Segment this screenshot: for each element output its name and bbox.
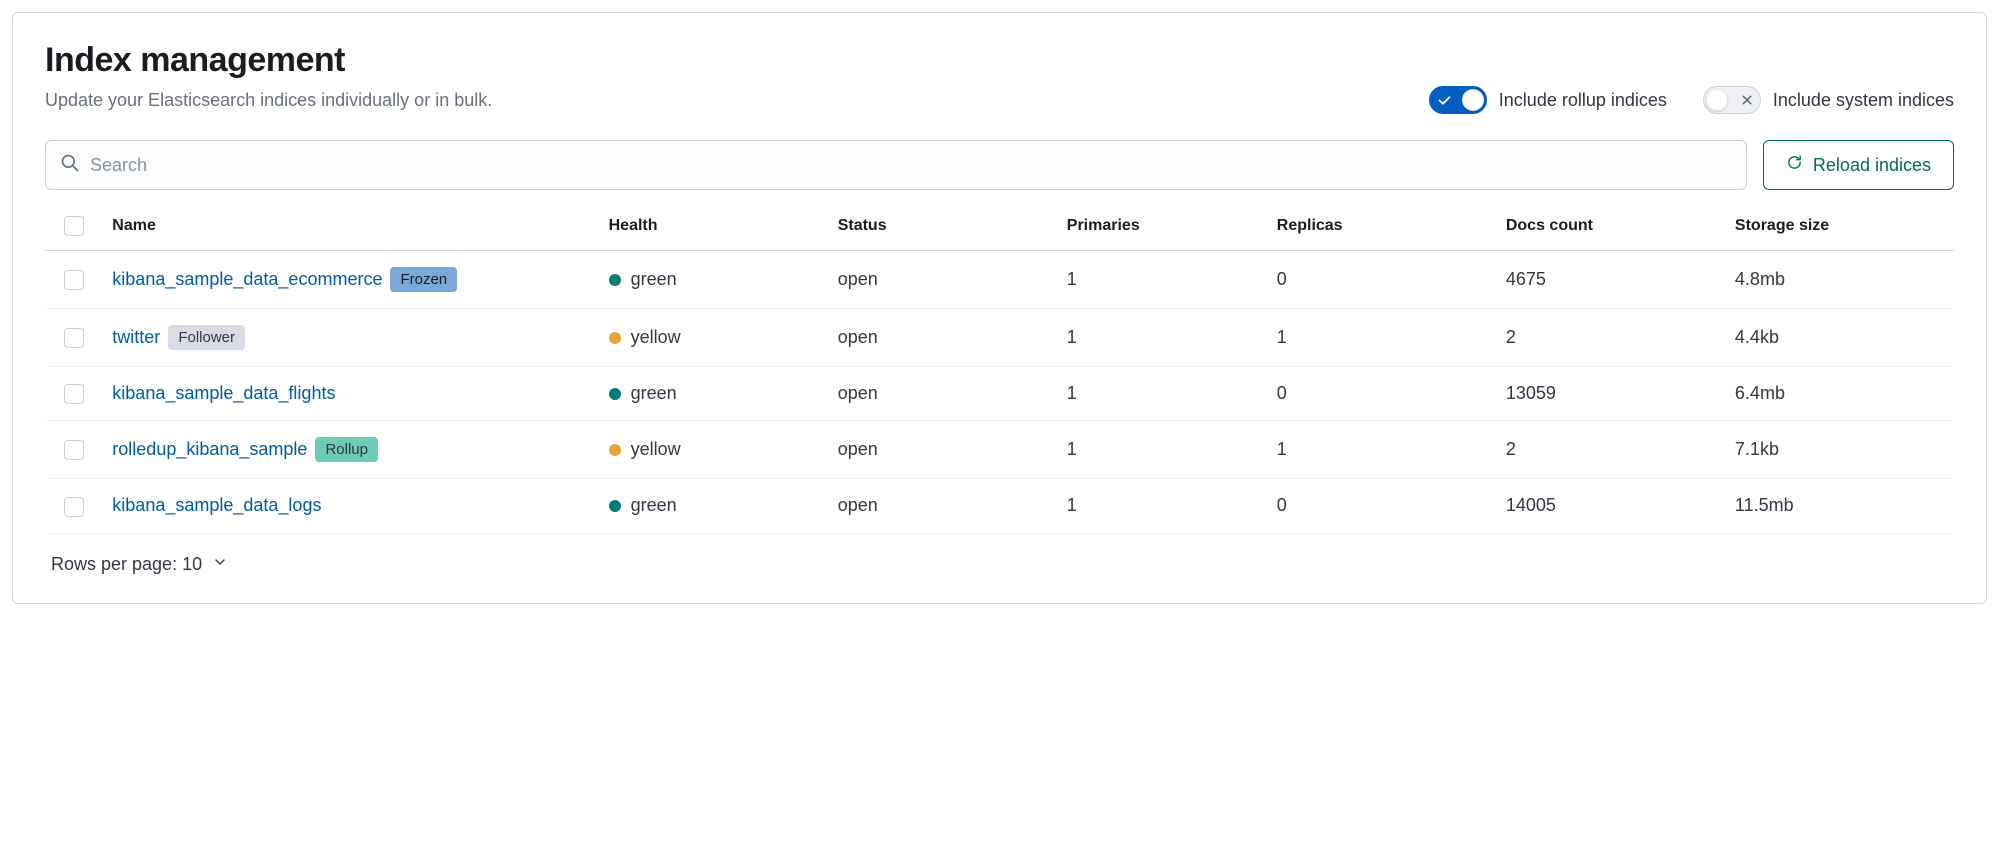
reload-indices-label: Reload indices bbox=[1813, 155, 1931, 176]
toggle-include-system-label: Include system indices bbox=[1773, 90, 1954, 111]
health-dot-icon bbox=[609, 500, 621, 512]
rows-per-page-label: Rows per page: 10 bbox=[51, 554, 202, 575]
health-dot-icon bbox=[609, 332, 621, 344]
row-checkbox[interactable] bbox=[64, 384, 84, 404]
col-header-primaries[interactable]: Primaries bbox=[1057, 200, 1267, 251]
health-value: yellow bbox=[631, 439, 681, 460]
search-input[interactable] bbox=[80, 155, 1732, 176]
docs-count-value: 13059 bbox=[1496, 367, 1725, 421]
table-row: kibana_sample_data_flights green open10130… bbox=[45, 367, 1954, 421]
replicas-value: 1 bbox=[1267, 421, 1496, 479]
table-row: twitterFolloweryellowopen1124.4kb bbox=[45, 309, 1954, 367]
col-header-size[interactable]: Storage size bbox=[1725, 200, 1954, 251]
toggle-include-rollup-label: Include rollup indices bbox=[1499, 90, 1667, 111]
toggle-group: Include rollup indices Include system in… bbox=[1429, 86, 1954, 114]
docs-count-value: 4675 bbox=[1496, 251, 1725, 309]
health-dot-icon bbox=[609, 444, 621, 456]
col-header-replicas[interactable]: Replicas bbox=[1267, 200, 1496, 251]
health-value: green bbox=[631, 495, 677, 516]
check-icon bbox=[1438, 94, 1451, 107]
primaries-value: 1 bbox=[1057, 309, 1267, 367]
col-header-name[interactable]: Name bbox=[102, 200, 598, 251]
search-icon bbox=[60, 153, 80, 178]
storage-size-value: 7.1kb bbox=[1725, 421, 1954, 479]
toggle-include-system[interactable] bbox=[1703, 86, 1761, 114]
storage-size-value: 11.5mb bbox=[1725, 479, 1954, 533]
reload-indices-button[interactable]: Reload indices bbox=[1763, 140, 1954, 190]
cross-icon bbox=[1741, 94, 1753, 106]
page-title: Index management bbox=[45, 41, 1954, 80]
select-all-checkbox[interactable] bbox=[64, 216, 84, 236]
row-checkbox[interactable] bbox=[64, 270, 84, 290]
status-value: open bbox=[828, 251, 1057, 309]
table-row: kibana_sample_data_logs green open10140051… bbox=[45, 479, 1954, 533]
rollup-badge: Rollup bbox=[315, 437, 378, 462]
replicas-value: 0 bbox=[1267, 251, 1496, 309]
storage-size-value: 6.4mb bbox=[1725, 367, 1954, 421]
health-dot-icon bbox=[609, 388, 621, 400]
row-checkbox[interactable] bbox=[64, 497, 84, 517]
health-dot-icon bbox=[609, 274, 621, 286]
status-value: open bbox=[828, 367, 1057, 421]
replicas-value: 0 bbox=[1267, 479, 1496, 533]
docs-count-value: 2 bbox=[1496, 421, 1725, 479]
status-value: open bbox=[828, 309, 1057, 367]
replicas-value: 0 bbox=[1267, 367, 1496, 421]
frozen-badge: Frozen bbox=[390, 267, 457, 292]
col-header-health[interactable]: Health bbox=[599, 200, 828, 251]
storage-size-value: 4.8mb bbox=[1725, 251, 1954, 309]
health-value: green bbox=[631, 383, 677, 404]
status-value: open bbox=[828, 421, 1057, 479]
index-management-panel: Index management Update your Elasticsear… bbox=[12, 12, 1987, 604]
follower-badge: Follower bbox=[168, 325, 245, 350]
refresh-icon bbox=[1786, 154, 1803, 176]
row-checkbox[interactable] bbox=[64, 440, 84, 460]
search-field-wrapper[interactable] bbox=[45, 140, 1747, 190]
rows-per-page-selector[interactable]: Rows per page: 10 bbox=[51, 554, 228, 575]
table-row: kibana_sample_data_ecommerce Frozen green o… bbox=[45, 251, 1954, 309]
index-name-link[interactable]: twitter bbox=[112, 327, 160, 348]
toggle-include-rollup[interactable] bbox=[1429, 86, 1487, 114]
col-header-status[interactable]: Status bbox=[828, 200, 1057, 251]
chevron-down-icon bbox=[212, 554, 228, 575]
health-value: green bbox=[631, 269, 677, 290]
docs-count-value: 2 bbox=[1496, 309, 1725, 367]
primaries-value: 1 bbox=[1057, 479, 1267, 533]
primaries-value: 1 bbox=[1057, 367, 1267, 421]
index-name-link[interactable]: rolledup_kibana_sample bbox=[112, 439, 307, 460]
storage-size-value: 4.4kb bbox=[1725, 309, 1954, 367]
col-header-docs[interactable]: Docs count bbox=[1496, 200, 1725, 251]
index-name-link[interactable]: kibana_sample_data_flights bbox=[112, 383, 335, 404]
indices-table: Name Health Status Primaries Replicas Do… bbox=[45, 200, 1954, 534]
index-name-link[interactable]: kibana_sample_data_logs bbox=[112, 495, 321, 516]
status-value: open bbox=[828, 479, 1057, 533]
page-description: Update your Elasticsearch indices indivi… bbox=[45, 90, 492, 111]
row-checkbox[interactable] bbox=[64, 328, 84, 348]
index-name-link[interactable]: kibana_sample_data_ecommerce bbox=[112, 269, 382, 290]
primaries-value: 1 bbox=[1057, 421, 1267, 479]
primaries-value: 1 bbox=[1057, 251, 1267, 309]
replicas-value: 1 bbox=[1267, 309, 1496, 367]
health-value: yellow bbox=[631, 327, 681, 348]
table-row: rolledup_kibana_sampleRollupyellowopen11… bbox=[45, 421, 1954, 479]
docs-count-value: 14005 bbox=[1496, 479, 1725, 533]
